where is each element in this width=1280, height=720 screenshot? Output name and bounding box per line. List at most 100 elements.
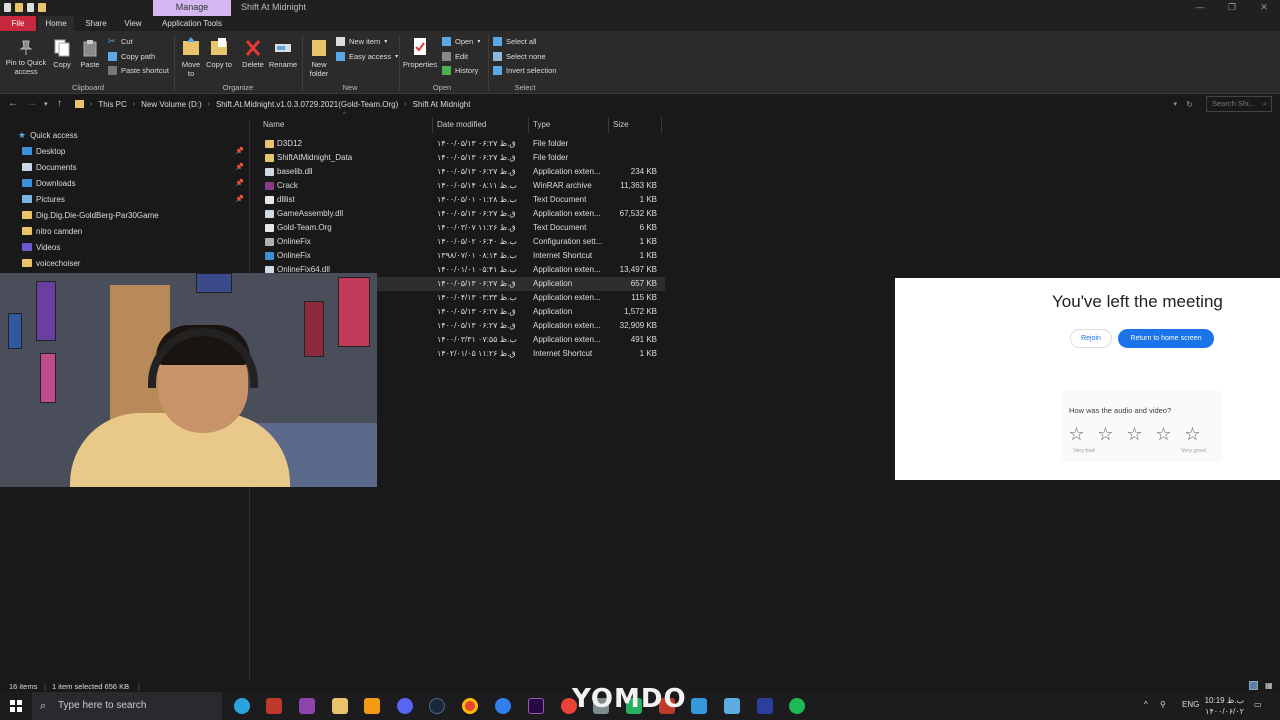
copy-to-button[interactable]: Copy to <box>206 37 232 69</box>
move-to-button[interactable]: Move to <box>178 37 204 78</box>
tab-share[interactable]: Share <box>78 16 114 31</box>
close-button[interactable]: ✕ <box>1248 0 1280 14</box>
column-divider[interactable] <box>432 117 433 133</box>
file-row[interactable]: GameAssembly.dll ۱۴۰۰/۰۵/۱۳ ق.ظ ۰۶:۲۷ Appl… <box>255 207 665 221</box>
app-icon[interactable] <box>364 698 380 714</box>
select-all-button[interactable]: Select all <box>493 36 536 47</box>
sidebar-item-quick-access[interactable]: ★ Quick access <box>0 128 250 142</box>
sidebar-item-nitro-camden[interactable]: nitro camden <box>0 224 250 238</box>
tab-home[interactable]: Home <box>38 16 74 31</box>
file-row[interactable]: baselib.dll ۱۴۰۰/۰۵/۱۳ ق.ظ ۰۶:۲۷ Applicati… <box>255 165 665 179</box>
recent-chevron-icon[interactable]: ▾ <box>44 100 48 108</box>
breadcrumb-game-folder[interactable]: Shift.At.Midnight.v1.0.3.0729.2021(Gold-… <box>216 100 398 109</box>
copy-path-button[interactable]: Copy path <box>108 51 155 62</box>
spotify-icon[interactable] <box>789 698 805 714</box>
taskbar-search-input[interactable]: ⌕ Type here to search <box>32 692 222 720</box>
large-icons-view-icon[interactable]: ▦ <box>1265 681 1273 690</box>
network-icon[interactable]: ⚲ <box>1160 700 1166 709</box>
file-row[interactable]: dlllist ۱۴۰۰/۰۵/۰۱ ب.ظ ۰۱:۲۸ Text Document… <box>255 193 665 207</box>
pin-icon[interactable]: 📌 <box>235 179 244 187</box>
search-input[interactable]: Search Shi... ⌕ <box>1206 96 1272 112</box>
tab-application-tools[interactable]: Application Tools <box>155 16 229 31</box>
sidebar-item-desktop[interactable]: Desktop 📌 <box>0 144 250 158</box>
undo-icon[interactable] <box>27 3 34 12</box>
breadcrumb-current[interactable]: Shift At Midnight <box>413 100 471 109</box>
column-header-date[interactable]: Date modified <box>437 120 486 129</box>
telegram-icon[interactable] <box>234 698 250 714</box>
file-row[interactable]: ShiftAtMidnight_Data ۱۴۰۰/۰۵/۱۳ ق.ظ ۰۶:۲۷… <box>255 151 665 165</box>
sidebar-item-videos[interactable]: Videos <box>0 240 250 254</box>
edit-button[interactable]: Edit <box>442 51 468 62</box>
file-row[interactable]: Crack ۱۴۰۰/۰۵/۱۴ ب.ظ ۰۸:۱۱ WinRAR archive 1… <box>255 179 665 193</box>
folder-icon[interactable] <box>15 3 23 12</box>
sidebar-item-downloads[interactable]: Downloads 📌 <box>0 176 250 190</box>
return-home-button[interactable]: Return to home screen <box>1118 329 1214 348</box>
rename-button[interactable]: Rename <box>268 39 298 69</box>
discord-icon[interactable] <box>397 698 413 714</box>
file-explorer-icon[interactable] <box>332 698 348 714</box>
breadcrumb-drive[interactable]: New Volume (D:) <box>141 100 201 109</box>
paste-button[interactable]: Paste <box>78 39 102 69</box>
steam-icon[interactable] <box>429 698 445 714</box>
file-row[interactable]: D3D12 ۱۴۰۰/۰۵/۱۳ ق.ظ ۰۶:۲۷ File folder <box>255 137 665 151</box>
select-none-button[interactable]: Select none <box>493 51 546 62</box>
breadcrumb-this-pc[interactable]: This PC <box>98 100 126 109</box>
premiere-icon[interactable] <box>528 698 544 714</box>
quick-access-toolbar[interactable] <box>4 3 46 12</box>
app-icon[interactable] <box>691 698 707 714</box>
chrome-icon[interactable] <box>462 698 478 714</box>
star-icon[interactable]: ☆ <box>1183 424 1202 444</box>
file-row[interactable]: Gold-Team.Org ۱۴۰۰/۰۳/۰۷ ق.ظ ۱۱:۲۶ Text Do… <box>255 221 665 235</box>
sidebar-item-voicechoiser[interactable]: voicechoiser <box>0 256 250 270</box>
windows-start-icon[interactable] <box>10 700 22 712</box>
notification-icon[interactable]: ▭ <box>1254 700 1262 709</box>
history-button[interactable]: History <box>442 65 478 76</box>
new-item-button[interactable]: New item ▾ <box>336 36 387 47</box>
file-row[interactable]: OnlineFix ۱۴۰۰/۰۵/۰۲ ب.ظ ۰۶:۴۰ Configurati… <box>255 235 665 249</box>
visual-studio-icon[interactable] <box>299 698 315 714</box>
details-view-icon[interactable] <box>1249 681 1258 690</box>
column-header-size[interactable]: Size <box>613 120 629 129</box>
star-icon[interactable]: ☆ <box>1154 424 1173 444</box>
new-folder-icon[interactable] <box>38 3 46 12</box>
invert-selection-button[interactable]: Invert selection <box>493 65 556 76</box>
manage-context-tab[interactable]: Manage <box>153 0 231 16</box>
sidebar-item-dig-dig-die[interactable]: Dig.Dig.Die-GoldBerg-Par30Game <box>0 208 250 222</box>
column-header-type[interactable]: Type <box>533 120 550 129</box>
column-divider[interactable] <box>528 117 529 133</box>
copy-button[interactable]: Copy <box>50 39 74 69</box>
open-button[interactable]: Open ▾ <box>442 36 480 47</box>
file-row[interactable]: OnlineFix ۱۳۹۸/۰۷/۰۱ ب.ظ ۰۸:۱۴ Internet Sh… <box>255 249 665 263</box>
easy-access-button[interactable]: Easy access ▾ <box>336 51 398 62</box>
maximize-button[interactable]: ❐ <box>1216 0 1248 14</box>
keyboard-language[interactable]: ENG <box>1182 700 1199 709</box>
app-icon[interactable] <box>724 698 740 714</box>
sidebar-item-pictures[interactable]: Pictures 📌 <box>0 192 250 206</box>
vpn-icon[interactable] <box>495 698 511 714</box>
address-dropdown-icon[interactable]: ▾ <box>1173 100 1177 108</box>
star-icon[interactable]: ☆ <box>1067 424 1086 444</box>
back-arrow-icon[interactable]: ← <box>8 98 18 109</box>
delete-button[interactable]: Delete <box>240 39 266 69</box>
tab-file[interactable]: File <box>0 16 36 31</box>
column-divider[interactable] <box>661 117 662 133</box>
cut-button[interactable]: ✂ Cut <box>108 36 133 47</box>
up-arrow-icon[interactable]: ↑ <box>57 98 62 109</box>
pin-icon[interactable]: 📌 <box>235 147 244 155</box>
sidebar-item-documents[interactable]: Documents 📌 <box>0 160 250 174</box>
column-divider[interactable] <box>608 117 609 133</box>
taskbar-clock[interactable]: 10:19 ب.ظ ۱۴۰۰/۰۶/۰۲ <box>1200 695 1244 717</box>
paste-shortcut-button[interactable]: Paste shortcut <box>108 65 169 76</box>
tray-chevron-icon[interactable]: ^ <box>1144 700 1148 709</box>
properties-button[interactable]: Properties <box>402 37 438 69</box>
refresh-icon[interactable]: ↻ <box>1186 100 1193 109</box>
pin-quick-access-button[interactable]: Pin to Quick access <box>4 39 48 76</box>
rejoin-button[interactable]: Rejoin <box>1070 329 1112 348</box>
address-bar[interactable]: › This PC › New Volume (D:) › Shift.At.M… <box>70 96 1200 112</box>
star-icon[interactable]: ☆ <box>1125 424 1144 444</box>
chart-app-icon[interactable] <box>757 698 773 714</box>
forward-arrow-icon[interactable]: → <box>27 98 37 109</box>
new-folder-button[interactable]: New folder <box>306 37 332 78</box>
pin-icon[interactable]: 📌 <box>235 195 244 203</box>
minimize-button[interactable]: — <box>1184 0 1216 14</box>
